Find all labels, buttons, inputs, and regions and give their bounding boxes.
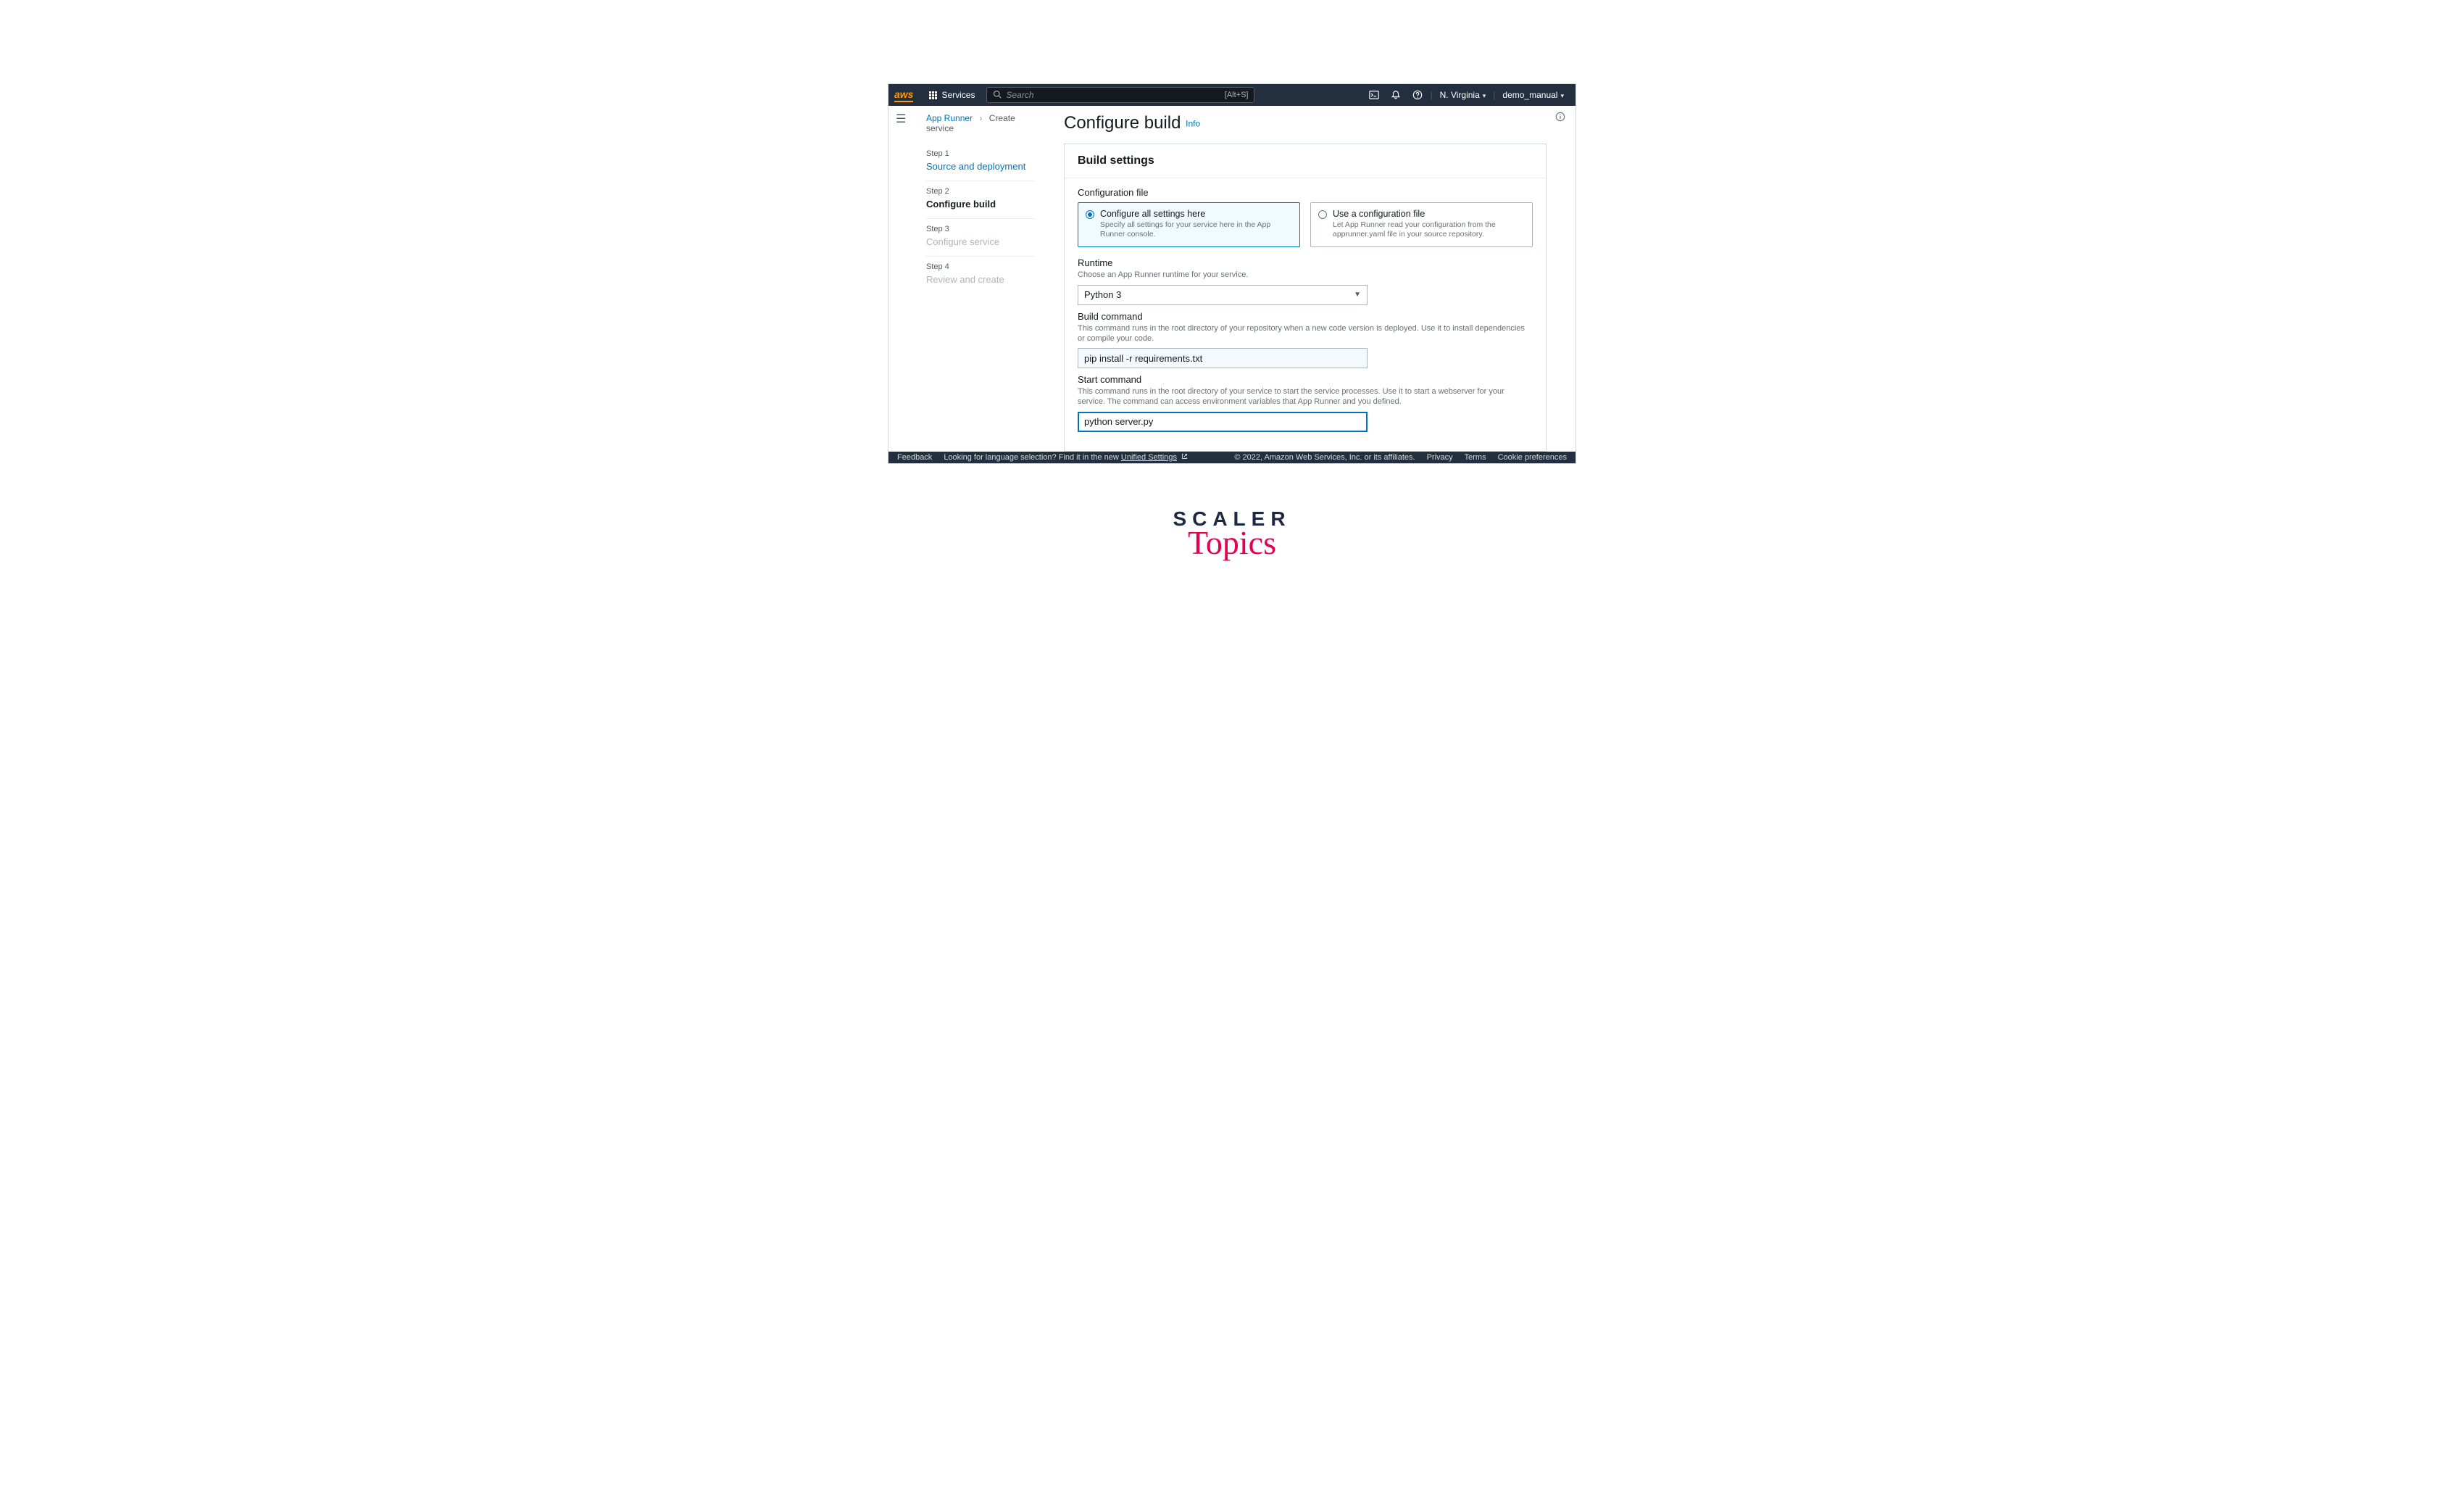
config-file-label: Configuration file	[1078, 187, 1533, 198]
page-title: Configure build Info	[1064, 113, 1547, 133]
console-body: ☰ App Runner › Create service Step 1 Sou…	[888, 106, 1576, 452]
step-4: Step 4 Review and create	[926, 257, 1035, 294]
runtime-select[interactable]: Python 3 ▼	[1078, 285, 1368, 305]
footer: Feedback Looking for language selection?…	[888, 452, 1576, 463]
cookie-preferences-link[interactable]: Cookie preferences	[1498, 453, 1567, 462]
start-command-label: Start command	[1078, 374, 1533, 385]
feedback-link[interactable]: Feedback	[897, 453, 932, 462]
chevron-right-icon: ›	[979, 113, 982, 123]
hamburger-icon[interactable]: ☰	[896, 112, 906, 126]
step-2: Step 2 Configure build	[926, 181, 1035, 219]
region-selector[interactable]: N. Virginia	[1440, 90, 1486, 100]
build-settings-panel: Build settings Configuration file Config…	[1064, 144, 1547, 452]
radio-unselected-icon	[1318, 210, 1327, 219]
watermark-logo: SCALER Topics	[1173, 507, 1291, 562]
aws-console-frame: aws Services Search [Alt+S]	[888, 83, 1576, 464]
search-placeholder: Search	[1006, 90, 1224, 100]
services-label: Services	[941, 90, 975, 100]
option-configure-here[interactable]: Configure all settings here Specify all …	[1078, 202, 1300, 247]
step-3: Step 3 Configure service	[926, 219, 1035, 257]
runtime-desc: Choose an App Runner runtime for your se…	[1078, 270, 1533, 280]
external-link-icon	[1179, 453, 1188, 462]
runtime-label: Runtime	[1078, 257, 1533, 268]
unified-settings-link[interactable]: Unified Settings	[1121, 453, 1177, 462]
cloudshell-icon[interactable]	[1369, 90, 1379, 100]
breadcrumb: App Runner › Create service	[926, 113, 1035, 133]
build-command-input[interactable]	[1078, 348, 1368, 368]
step-1[interactable]: Step 1 Source and deployment	[926, 144, 1035, 181]
search-input[interactable]: Search [Alt+S]	[986, 87, 1254, 103]
search-shortcut: [Alt+S]	[1225, 91, 1249, 99]
grid-icon	[929, 91, 937, 99]
option-use-config-file[interactable]: Use a configuration file Let App Runner …	[1310, 202, 1533, 247]
start-command-input[interactable]	[1078, 412, 1368, 432]
info-link[interactable]: Info	[1186, 119, 1200, 129]
start-command-desc: This command runs in the root directory …	[1078, 386, 1533, 407]
notifications-icon[interactable]	[1391, 90, 1401, 100]
aws-logo[interactable]: aws	[894, 88, 913, 102]
language-hint: Looking for language selection? Find it …	[944, 453, 1188, 462]
copyright: © 2022, Amazon Web Services, Inc. or its…	[1234, 453, 1415, 462]
build-command-label: Build command	[1078, 311, 1533, 322]
info-panel-toggle-icon[interactable]	[1555, 112, 1565, 124]
wizard-steps: App Runner › Create service Step 1 Sourc…	[926, 113, 1049, 452]
main-content: Configure build Info Build settings Conf…	[1049, 113, 1547, 452]
privacy-link[interactable]: Privacy	[1427, 453, 1453, 462]
radio-selected-icon	[1086, 210, 1094, 219]
breadcrumb-root[interactable]: App Runner	[926, 113, 973, 123]
services-menu[interactable]: Services	[922, 90, 982, 100]
terms-link[interactable]: Terms	[1465, 453, 1486, 462]
top-nav: aws Services Search [Alt+S]	[888, 84, 1576, 106]
help-icon[interactable]	[1412, 90, 1423, 100]
search-icon	[993, 90, 1002, 101]
build-command-desc: This command runs in the root directory …	[1078, 323, 1533, 344]
account-menu[interactable]: demo_manual	[1502, 90, 1564, 100]
panel-header: Build settings	[1065, 144, 1546, 178]
chevron-down-icon: ▼	[1354, 291, 1361, 299]
